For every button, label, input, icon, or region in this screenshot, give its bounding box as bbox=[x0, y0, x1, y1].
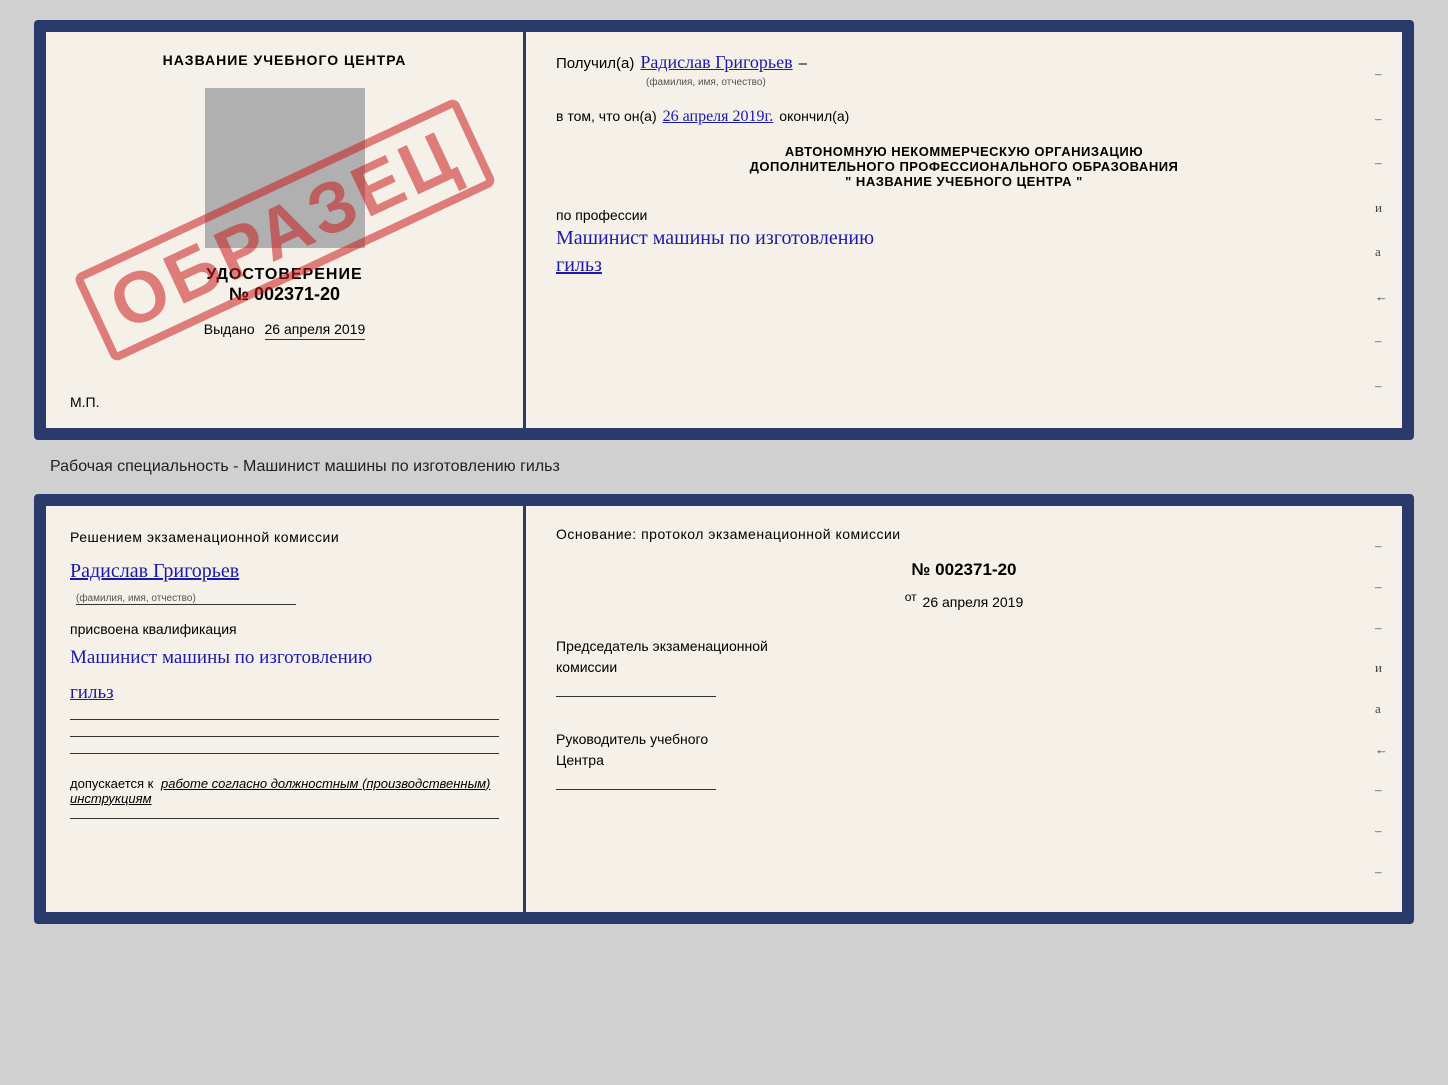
vtom-row: в том, что он(а) 26 апреля 2019г. окончи… bbox=[556, 108, 1372, 126]
predsedatel-line1: Председатель экзаменационной bbox=[556, 636, 1372, 657]
issued-label: Выдано bbox=[204, 321, 255, 337]
dopuskaetsya-prefix: допускается к bbox=[70, 776, 153, 791]
po-professii-label: по профессии bbox=[556, 207, 1372, 223]
org-line2: ДОПОЛНИТЕЛЬНОГО ПРОФЕССИОНАЛЬНОГО ОБРАЗО… bbox=[556, 159, 1372, 174]
okonchil-label: окончил(а) bbox=[779, 108, 849, 124]
rukovoditel-line2: Центра bbox=[556, 750, 1372, 771]
middle-specialty-label: Рабочая специальность - Машинист машины … bbox=[50, 458, 560, 476]
bottom-right-panel: Основание: протокол экзаменационной коми… bbox=[526, 506, 1402, 912]
kvalif-line2: гильз bbox=[70, 680, 499, 707]
protokol-number: № 002371-20 bbox=[556, 560, 1372, 580]
org-block: АВТОНОМНУЮ НЕКОММЕРЧЕСКУЮ ОРГАНИЗАЦИЮ ДО… bbox=[556, 144, 1372, 189]
rukovoditel-block: Руководитель учебного Центра bbox=[556, 729, 1372, 796]
dash-after-name: – bbox=[799, 55, 807, 72]
kvalif-line1: Машинист машины по изготовлению bbox=[70, 645, 499, 672]
vtom-date: 26 апреля 2019г. bbox=[663, 108, 774, 126]
org-line1: АВТОНОМНУЮ НЕКОММЕРЧЕСКУЮ ОРГАНИЗАЦИЮ bbox=[556, 144, 1372, 159]
ot-date: 26 апреля 2019 bbox=[923, 594, 1024, 610]
cert-number: № 002371-20 bbox=[229, 284, 340, 305]
prisvoena-label: присвоена квалификация bbox=[70, 621, 499, 637]
right-dashes: – – – и а ← – – bbox=[1375, 32, 1388, 428]
predsedatel-sign-line bbox=[556, 696, 716, 697]
bottom-left-panel: Решением экзаменационной комиссии Радисл… bbox=[46, 506, 526, 912]
profession-block: по профессии Машинист машины по изготовл… bbox=[556, 207, 1372, 277]
rukovoditel-sign-line bbox=[556, 789, 716, 790]
cert-photo-placeholder bbox=[205, 88, 365, 248]
top-left-panel: НАЗВАНИЕ УЧЕБНОГО ЦЕНТРА УДОСТОВЕРЕНИЕ №… bbox=[46, 32, 526, 428]
org-quote: " НАЗВАНИЕ УЧЕБНОГО ЦЕНТРА " bbox=[556, 174, 1372, 189]
bottom-document: Решением экзаменационной комиссии Радисл… bbox=[34, 494, 1414, 924]
separator-line-4 bbox=[70, 818, 499, 819]
top-document: НАЗВАНИЕ УЧЕБНОГО ЦЕНТРА УДОСТОВЕРЕНИЕ №… bbox=[34, 20, 1414, 440]
protokol-date: от 26 апреля 2019 bbox=[556, 590, 1372, 610]
issued-date: 26 апреля 2019 bbox=[265, 321, 366, 340]
komissia-title: Решением экзаменационной комиссии bbox=[70, 526, 499, 548]
separator-line-1 bbox=[70, 719, 499, 720]
vtom-label: в том, что он(а) bbox=[556, 108, 657, 124]
predsedatel-block: Председатель экзаменационной комиссии bbox=[556, 636, 1372, 703]
separator-line-2 bbox=[70, 736, 499, 737]
poluchil-label: Получил(а) bbox=[556, 55, 634, 72]
bottom-right-dashes: – – – и а ← – – – bbox=[1375, 506, 1388, 912]
bottom-fio-sub: (фамилия, имя, отчество) bbox=[76, 593, 296, 605]
poluchil-name: Радислав Григорьев bbox=[640, 52, 792, 73]
profession-line1: Машинист машины по изготовлению bbox=[556, 227, 1372, 250]
poluchil-row: Получил(а) Радислав Григорьев – bbox=[556, 52, 1372, 73]
cert-school-title: НАЗВАНИЕ УЧЕБНОГО ЦЕНТРА bbox=[163, 52, 407, 68]
osnov-title: Основание: протокол экзаменационной коми… bbox=[556, 526, 1372, 542]
dopuskaetsya-row: допускается к работе согласно должностны… bbox=[70, 776, 499, 806]
profession-line2: гильз bbox=[556, 254, 1372, 277]
ot-label: от bbox=[905, 590, 917, 604]
top-right-panel: Получил(а) Радислав Григорьев – (фамилия… bbox=[526, 32, 1402, 428]
cert-label: УДОСТОВЕРЕНИЕ bbox=[206, 266, 362, 284]
mp-label: М.П. bbox=[70, 394, 100, 410]
fio-subtitle: (фамилия, имя, отчество) bbox=[646, 77, 1372, 88]
predsedatel-line2: комиссии bbox=[556, 657, 1372, 678]
bottom-name: Радислав Григорьев bbox=[70, 560, 239, 582]
separator-line-3 bbox=[70, 753, 499, 754]
bottom-name-row: Радислав Григорьев bbox=[70, 560, 499, 583]
cert-issued: Выдано 26 апреля 2019 bbox=[204, 321, 366, 337]
rukovoditel-line1: Руководитель учебного bbox=[556, 729, 1372, 750]
